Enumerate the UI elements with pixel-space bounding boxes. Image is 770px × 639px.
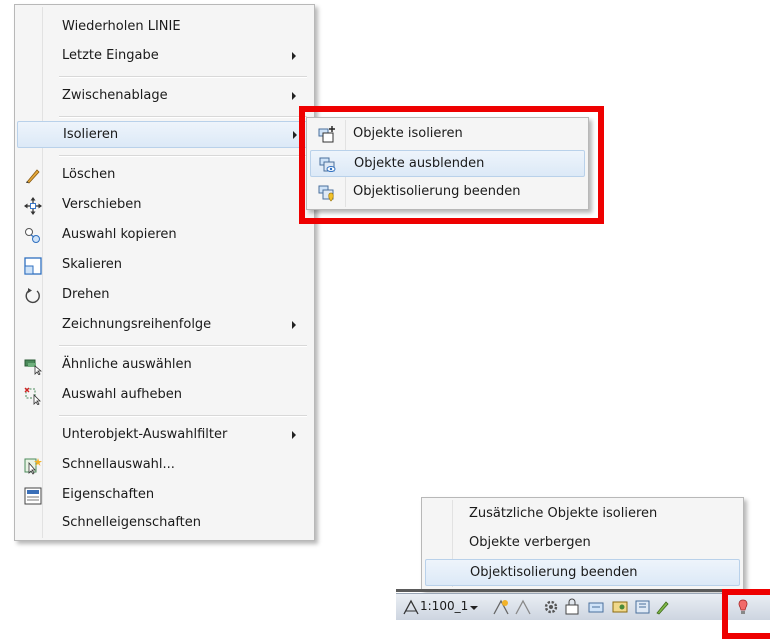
menu-item-label: Löschen <box>62 167 116 182</box>
menu-item-unterobjekt-auswahlfilter[interactable]: Unterobjekt-Auswahlfilter <box>17 422 312 449</box>
menu-separator <box>59 116 307 118</box>
eraser-icon <box>24 167 42 185</box>
menu-item-label: Auswahl kopieren <box>62 227 177 242</box>
popup-item-zusaetzliche-objekte-isolieren[interactable]: Zusätzliche Objekte isolieren <box>425 501 740 528</box>
menu-separator <box>59 76 307 78</box>
menu-separator <box>59 415 307 417</box>
menu-item-label: Wiederholen LINIE <box>62 19 181 34</box>
popup-item-label: Objekte verbergen <box>469 535 591 550</box>
status-isolate-popup: Zusätzliche Objekte isolieren Objekte ve… <box>421 497 744 590</box>
submenu-arrow-icon <box>292 92 296 100</box>
hardware-acceleration-icon[interactable] <box>588 598 606 616</box>
menu-item-label: Skalieren <box>62 257 123 272</box>
menu-item-schnellauswahl[interactable]: Schnellauswahl... <box>17 452 312 479</box>
menu-item-zeichnungsreihenfolge[interactable]: Zeichnungsreihenfolge <box>17 312 312 339</box>
status-bar: 1:100_1 <box>396 593 770 620</box>
menu-item-label: Schnellauswahl... <box>62 457 175 472</box>
menu-item-label: Isolieren <box>63 127 119 142</box>
popup-item-objekte-verbergen[interactable]: Objekte verbergen <box>425 530 740 557</box>
submenu-arrow-icon <box>292 52 296 60</box>
menu-item-label: Unterobjekt-Auswahlfilter <box>62 427 228 442</box>
menu-item-label: Eigenschaften <box>62 487 155 502</box>
menu-item-label: Schnelleigenschaften <box>62 515 202 530</box>
isolate-objects-status-icon[interactable] <box>612 598 630 616</box>
deselect-icon <box>24 387 42 406</box>
popup-item-objektisolierung-beenden[interactable]: Objektisolierung beenden <box>425 559 740 586</box>
menu-item-zwischenablage[interactable]: Zwischenablage <box>17 83 312 110</box>
menu-item-wiederholen-linie[interactable]: Wiederholen LINIE <box>17 14 312 41</box>
annotation-scale-value[interactable]: 1:100_1 <box>420 599 468 613</box>
toolbar-lock-icon[interactable] <box>564 598 582 616</box>
copy-selection-icon <box>24 227 42 245</box>
popup-item-label: Zusätzliche Objekte isolieren <box>469 506 658 521</box>
menu-separator <box>59 345 307 347</box>
status-bar-border <box>396 589 770 592</box>
submenu-arrow-icon <box>292 321 296 329</box>
menu-item-skalieren[interactable]: Skalieren <box>17 252 312 279</box>
rotate-icon <box>24 287 42 305</box>
menu-item-eigenschaften[interactable]: Eigenschaften <box>17 482 312 509</box>
menu-item-auswahl-aufheben[interactable]: Auswahl aufheben <box>17 382 312 409</box>
submenu-arrow-icon <box>293 131 297 139</box>
settings-brush-icon[interactable] <box>654 598 672 616</box>
highlight-frame-status <box>722 589 770 639</box>
menu-item-label: Zeichnungsreihenfolge <box>62 317 212 332</box>
quick-select-icon <box>24 457 42 475</box>
clean-screen-icon[interactable] <box>634 598 652 616</box>
menu-item-label: Auswahl aufheben <box>62 387 182 402</box>
popup-item-label: Objektisolierung beenden <box>470 565 638 580</box>
select-similar-icon <box>24 357 43 376</box>
menu-item-label: Verschieben <box>62 197 142 212</box>
submenu-arrow-icon <box>292 431 296 439</box>
menu-item-loeschen[interactable]: Löschen <box>17 162 312 189</box>
menu-item-verschieben[interactable]: Verschieben <box>17 192 312 219</box>
menu-item-label: Zwischenablage <box>62 88 168 103</box>
highlight-frame <box>299 106 604 224</box>
menu-separator <box>59 155 307 157</box>
move-icon <box>24 197 42 215</box>
context-menu: Wiederholen LINIE Letzte Eingabe Zwische… <box>14 4 315 541</box>
menu-item-letzte-eingabe[interactable]: Letzte Eingabe <box>17 43 312 70</box>
annotation-visibility-icon[interactable] <box>492 598 510 616</box>
workspace-gear-icon[interactable] <box>542 598 560 616</box>
auto-scale-icon[interactable] <box>514 598 532 616</box>
menu-item-drehen[interactable]: Drehen <box>17 282 312 309</box>
chevron-down-icon[interactable] <box>470 598 478 616</box>
menu-item-label: Letzte Eingabe <box>62 48 159 63</box>
menu-item-auswahl-kopieren[interactable]: Auswahl kopieren <box>17 222 312 249</box>
menu-item-aehnliche-auswaehlen[interactable]: Ähnliche auswählen <box>17 352 312 379</box>
menu-item-schnelleigenschaften[interactable]: Schnelleigenschaften <box>17 510 312 537</box>
menu-item-label: Ähnliche auswählen <box>62 357 192 372</box>
properties-icon <box>24 487 42 505</box>
annotation-scale-icon[interactable] <box>402 598 420 616</box>
menu-item-label: Drehen <box>62 287 110 302</box>
scale-icon <box>24 257 42 275</box>
menu-item-isolieren[interactable]: Isolieren <box>17 121 312 148</box>
